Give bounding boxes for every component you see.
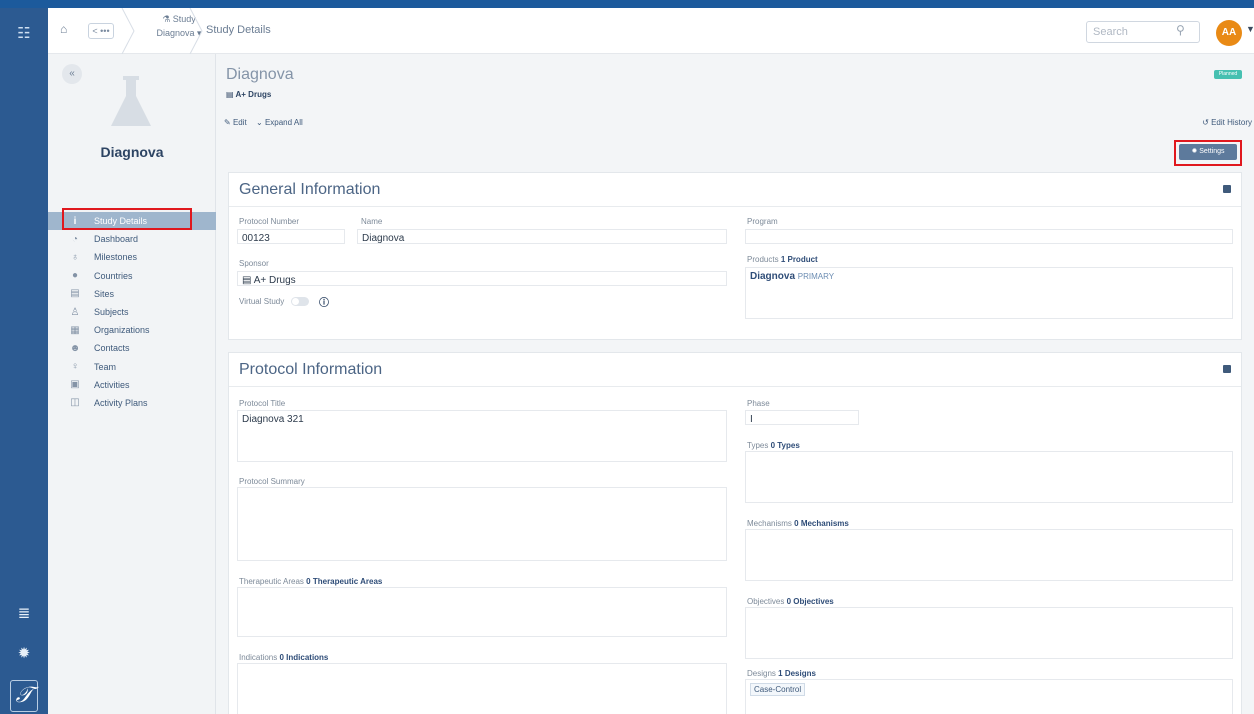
search-icon[interactable]: ⚲ bbox=[1176, 23, 1185, 37]
protocol-title-field[interactable]: Diagnova 321 bbox=[237, 410, 727, 462]
edit-history-button[interactable]: ↺ Edit History bbox=[1202, 118, 1252, 127]
indications-field[interactable] bbox=[237, 663, 727, 714]
name-label: Name bbox=[361, 217, 383, 226]
objectives-label: Objectives 0 Objectives bbox=[747, 597, 834, 606]
dashboard-icon: ◔ bbox=[71, 233, 79, 245]
globe-icon: ● bbox=[71, 270, 79, 282]
building-icon: ▤ bbox=[242, 275, 252, 286]
sidebar-item-organizations[interactable]: ▦ Organizations bbox=[48, 321, 216, 339]
study-titlebar: Diagnova ▤ A+ Drugs Planned ✎ Edit ⌄ Exp… bbox=[216, 54, 1254, 164]
sidebar-item-dashboard[interactable]: ◔ Dashboard bbox=[48, 230, 216, 248]
mechanisms-field[interactable] bbox=[745, 529, 1233, 581]
indications-label: Indications 0 Indications bbox=[239, 653, 329, 662]
virtual-study-label: Virtual Study bbox=[239, 297, 285, 306]
designs-label: Designs 1 Designs bbox=[747, 669, 816, 678]
sidebar-item-subjects[interactable]: ♙ Subjects bbox=[48, 303, 216, 321]
apps-grid-icon[interactable]: ☷ bbox=[14, 24, 34, 44]
program-label: Program bbox=[747, 217, 778, 226]
panel-header: General Information bbox=[229, 173, 1241, 207]
contacts-icon: ☻ bbox=[69, 342, 81, 354]
page-title: Diagnova bbox=[226, 66, 294, 83]
building-icon: ▤ bbox=[226, 90, 234, 99]
sidebar-item-milestones[interactable]: ♁ Milestones bbox=[48, 248, 216, 266]
highlight-study-details bbox=[62, 208, 192, 230]
organization-icon: ▦ bbox=[70, 324, 80, 336]
home-icon[interactable]: ⌂ bbox=[60, 22, 67, 36]
team-icon: ♀ bbox=[71, 361, 79, 373]
top-accent-strip bbox=[0, 0, 1254, 8]
history-icon: ↺ bbox=[1202, 118, 1209, 127]
breadcrumb-back-button[interactable]: < ••• bbox=[88, 23, 114, 39]
pin-icon: ♁ bbox=[71, 251, 79, 263]
protocol-number-label: Protocol Number bbox=[239, 217, 300, 226]
study-name: Diagnova bbox=[100, 144, 164, 160]
panel-header: Protocol Information bbox=[229, 353, 1241, 387]
collapse-panel-button[interactable] bbox=[1223, 185, 1231, 193]
panel-title: Protocol Information bbox=[239, 361, 383, 378]
designs-field[interactable]: Case-Control bbox=[745, 679, 1233, 714]
sidebar-item-activities[interactable]: ▣ Activities bbox=[48, 376, 216, 394]
types-field[interactable] bbox=[745, 451, 1233, 503]
design-chip: Case-Control bbox=[750, 683, 806, 696]
protocol-summary-label: Protocol Summary bbox=[239, 477, 305, 486]
protocol-summary-field[interactable] bbox=[237, 487, 727, 561]
plan-icon: ◫ bbox=[70, 397, 80, 409]
products-field[interactable]: Diagnova PRIMARY bbox=[745, 267, 1233, 319]
info-icon[interactable]: ⓘ bbox=[319, 294, 329, 309]
highlight-settings bbox=[1174, 140, 1242, 166]
mechanisms-label: Mechanisms 0 Mechanisms bbox=[747, 519, 849, 528]
flask-icon bbox=[111, 76, 151, 126]
therapeutic-areas-field[interactable] bbox=[237, 587, 727, 637]
subject-icon: ♙ bbox=[70, 306, 80, 318]
pencil-icon: ✎ bbox=[224, 118, 231, 127]
objectives-field[interactable] bbox=[745, 607, 1233, 659]
phase-field[interactable]: I bbox=[745, 410, 859, 425]
app-rail: ☷ ≣ ✹ 𝒯 bbox=[0, 8, 48, 714]
app-logo[interactable]: 𝒯 bbox=[10, 680, 38, 712]
gear-icon[interactable]: ✹ bbox=[14, 644, 34, 664]
sponsor-field[interactable]: ▤ A+ Drugs bbox=[237, 271, 727, 286]
expand-icon: ⌄ bbox=[256, 118, 263, 127]
sponsor-label: Sponsor bbox=[239, 259, 269, 268]
flask-icon: ⚗ bbox=[162, 14, 171, 24]
products-label: Products 1 Product bbox=[747, 255, 818, 264]
collapse-sidebar-button[interactable]: « bbox=[62, 64, 82, 84]
collapse-panel-button[interactable] bbox=[1223, 365, 1231, 373]
sidebar-item-activity-plans[interactable]: ◫ Activity Plans bbox=[48, 394, 216, 412]
phase-label: Phase bbox=[747, 399, 770, 408]
breadcrumb-separator bbox=[189, 8, 203, 54]
study-sidebar: « Diagnova i Study Details ◔ Dashboard ♁ Mi… bbox=[48, 54, 216, 714]
virtual-study-toggle[interactable] bbox=[291, 297, 309, 306]
sidebar-item-countries[interactable]: ● Countries bbox=[48, 267, 216, 285]
protocol-information-panel: Protocol Information Protocol Title Diag… bbox=[228, 352, 1242, 714]
general-information-panel: General Information Protocol Number 0012… bbox=[228, 172, 1242, 340]
calendar-icon: ▣ bbox=[70, 379, 80, 391]
types-label: Types 0 Types bbox=[747, 441, 800, 450]
study-nav: i Study Details ◔ Dashboard ♁ Milestones ● C… bbox=[48, 212, 216, 412]
list-icon[interactable]: ≣ bbox=[14, 604, 34, 624]
protocol-title-label: Protocol Title bbox=[239, 399, 286, 408]
breadcrumb-separator bbox=[121, 8, 135, 54]
therapeutic-areas-label: Therapeutic Areas 0 Therapeutic Areas bbox=[239, 577, 383, 586]
sidebar-item-team[interactable]: ♀ Team bbox=[48, 358, 216, 376]
status-badge: Planned bbox=[1214, 70, 1242, 79]
avatar[interactable]: AA bbox=[1216, 20, 1242, 46]
main-content: Diagnova ▤ A+ Drugs Planned ✎ Edit ⌄ Exp… bbox=[216, 54, 1254, 714]
chevron-down-icon[interactable]: ▼ bbox=[1246, 24, 1254, 34]
breadcrumb-current: Study Details bbox=[206, 24, 271, 36]
panel-title: General Information bbox=[239, 181, 381, 198]
sidebar-item-contacts[interactable]: ☻ Contacts bbox=[48, 339, 216, 357]
protocol-number-field[interactable]: 00123 bbox=[237, 229, 345, 244]
top-header: ⌂ < ••• ⚗ Study Diagnova ▾ Study Details… bbox=[48, 8, 1254, 54]
sponsor-subtitle: ▤ A+ Drugs bbox=[226, 90, 272, 99]
sidebar-item-sites[interactable]: ▤ Sites bbox=[48, 285, 216, 303]
expand-all-button[interactable]: ⌄ Expand All bbox=[256, 118, 303, 127]
edit-button[interactable]: ✎ Edit bbox=[224, 118, 247, 127]
program-field[interactable] bbox=[745, 229, 1233, 244]
building-icon: ▤ bbox=[70, 288, 80, 300]
study-actions: ✎ Edit ⌄ Expand All ↺ Edit History bbox=[224, 118, 1252, 134]
primary-tag: PRIMARY bbox=[797, 272, 835, 281]
name-field[interactable]: Diagnova bbox=[357, 229, 727, 244]
